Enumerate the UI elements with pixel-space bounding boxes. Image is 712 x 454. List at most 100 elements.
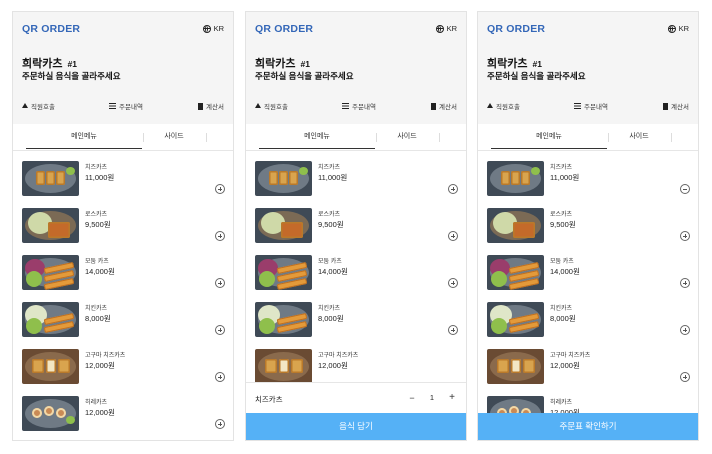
language-selector[interactable]: KR: [202, 24, 224, 33]
food-photo: [255, 161, 312, 196]
call-staff-button[interactable]: 직원호출: [487, 101, 520, 111]
add-icon[interactable]: [448, 184, 458, 194]
add-icon[interactable]: [215, 325, 225, 335]
tab-main-menu[interactable]: 메인메뉴: [259, 126, 375, 149]
header: QR ORDER KR 희락카츠 #1 주문하실 음식을 골라주세요 직원호출 …: [13, 12, 233, 124]
tab-side[interactable]: 사이드: [377, 126, 437, 148]
add-to-cart-button[interactable]: 음식 담기: [246, 413, 466, 440]
menu-item[interactable]: 로스카츠 9,500원: [246, 199, 466, 243]
cart-bar: 치즈카츠 − 1 +: [246, 382, 466, 415]
add-icon[interactable]: [215, 419, 225, 429]
food-photo: [22, 349, 79, 384]
tab-side[interactable]: 사이드: [144, 126, 204, 148]
item-name: 히레카츠: [550, 400, 573, 406]
item-name: 모둠 카츠: [550, 259, 574, 265]
add-icon[interactable]: [215, 184, 225, 194]
call-staff-button[interactable]: 직원호출: [22, 101, 55, 111]
store-name: 희락카츠 #1: [255, 58, 311, 70]
item-price: 9,500원: [85, 220, 111, 229]
add-icon[interactable]: [680, 325, 690, 335]
menu-screen-3: QR ORDER KR 희락카츠 #1 주문하실 음식을 골라주세요 직원호출 …: [477, 11, 699, 441]
menu-item[interactable]: 모둠 카츠 14,000원: [478, 246, 698, 290]
menu-item[interactable]: 치즈카츠 11,000원: [13, 152, 233, 196]
menu-screen-2: QR ORDER KR 희락카츠 #1 주문하실 음식을 골라주세요 직원호출 …: [245, 11, 467, 441]
menu-item[interactable]: 로스카츠 9,500원: [478, 199, 698, 243]
item-name: 고구마 치즈카츠: [550, 353, 591, 359]
item-price: 14,000원: [550, 267, 580, 276]
add-icon[interactable]: [680, 278, 690, 288]
item-name: 치킨카츠: [85, 306, 108, 312]
menu-item[interactable]: 모둠 카츠 14,000원: [246, 246, 466, 290]
menu-item[interactable]: 치즈카츠 11,000원: [246, 152, 466, 196]
add-icon[interactable]: [448, 325, 458, 335]
order-history-button[interactable]: 주문내역: [574, 101, 608, 111]
list-icon: [109, 103, 116, 109]
order-history-button[interactable]: 주문내역: [342, 101, 376, 111]
item-price: 9,500원: [550, 220, 576, 229]
bill-button[interactable]: 계산서: [663, 101, 689, 111]
menu-item[interactable]: 치킨카츠 8,000원: [13, 293, 233, 337]
tab-divider: [439, 133, 440, 142]
food-photo: [22, 208, 79, 243]
item-price: 11,000원: [318, 173, 348, 182]
store-name: 희락카츠 #1: [487, 58, 543, 70]
menu-item[interactable]: 로스카츠 9,500원: [13, 199, 233, 243]
tab-main-menu[interactable]: 메인메뉴: [491, 126, 607, 149]
brand-logo: QR ORDER: [255, 23, 314, 35]
quantity-value: 1: [429, 393, 435, 402]
order-history-button[interactable]: 주문내역: [109, 101, 143, 111]
item-name: 치즈카츠: [318, 165, 341, 171]
bill-button[interactable]: 계산서: [431, 101, 457, 111]
view-order-button[interactable]: 주문표 확인하기: [478, 413, 698, 440]
brand-logo: QR ORDER: [487, 23, 546, 35]
add-icon[interactable]: [215, 372, 225, 382]
add-icon[interactable]: [448, 231, 458, 241]
receipt-icon: [663, 102, 669, 110]
food-photo: [255, 349, 312, 384]
food-photo: [22, 255, 79, 290]
language-selector[interactable]: KR: [667, 24, 689, 33]
tab-side[interactable]: 사이드: [609, 126, 669, 148]
page-prompt: 주문하실 음식을 골라주세요: [255, 71, 354, 81]
item-name: 치킨카츠: [318, 306, 341, 312]
list-icon: [574, 103, 581, 109]
menu-item[interactable]: 치킨카츠 8,000원: [246, 293, 466, 337]
food-photo: [487, 208, 544, 243]
food-photo: [22, 396, 79, 431]
item-price: 14,000원: [318, 267, 348, 276]
increase-button[interactable]: +: [447, 393, 457, 403]
menu-item[interactable]: 치즈카츠 11,000원: [478, 152, 698, 196]
language-label: KR: [446, 24, 457, 33]
menu-item[interactable]: 모둠 카츠 14,000원: [13, 246, 233, 290]
bill-button[interactable]: 계산서: [198, 101, 224, 111]
globe-icon: [667, 24, 676, 33]
menu-tabs: 메인메뉴 사이드: [13, 126, 233, 151]
store-name: 희락카츠 #1: [22, 58, 78, 70]
brand-logo: QR ORDER: [22, 23, 81, 35]
bell-icon: [487, 102, 493, 108]
remove-icon[interactable]: [680, 184, 690, 194]
menu-item[interactable]: 고구마 치즈카츠 12,000원: [13, 340, 233, 384]
menu-item[interactable]: 고구마 치즈카츠 12,000원: [478, 340, 698, 384]
decrease-button[interactable]: −: [407, 394, 417, 403]
item-price: 14,000원: [85, 267, 115, 276]
tab-main-menu[interactable]: 메인메뉴: [26, 126, 142, 149]
menu-item[interactable]: 치킨카츠 8,000원: [478, 293, 698, 337]
cart-item-name: 치즈카츠: [255, 395, 283, 404]
item-price: 12,000원: [550, 361, 580, 370]
item-price: 8,000원: [318, 314, 344, 323]
tab-divider: [671, 133, 672, 142]
menu-item[interactable]: 히레카츠 12,000원: [13, 387, 233, 431]
add-icon[interactable]: [680, 372, 690, 382]
language-selector[interactable]: KR: [435, 24, 457, 33]
food-photo: [487, 302, 544, 337]
menu-tabs: 메인메뉴 사이드: [478, 126, 698, 151]
add-icon[interactable]: [448, 278, 458, 288]
call-staff-button[interactable]: 직원호출: [255, 101, 288, 111]
menu-item[interactable]: 고구마 치즈카츠 12,000원: [246, 340, 466, 384]
add-icon[interactable]: [680, 231, 690, 241]
add-icon[interactable]: [215, 231, 225, 241]
food-photo: [255, 255, 312, 290]
receipt-icon: [431, 102, 437, 110]
add-icon[interactable]: [215, 278, 225, 288]
